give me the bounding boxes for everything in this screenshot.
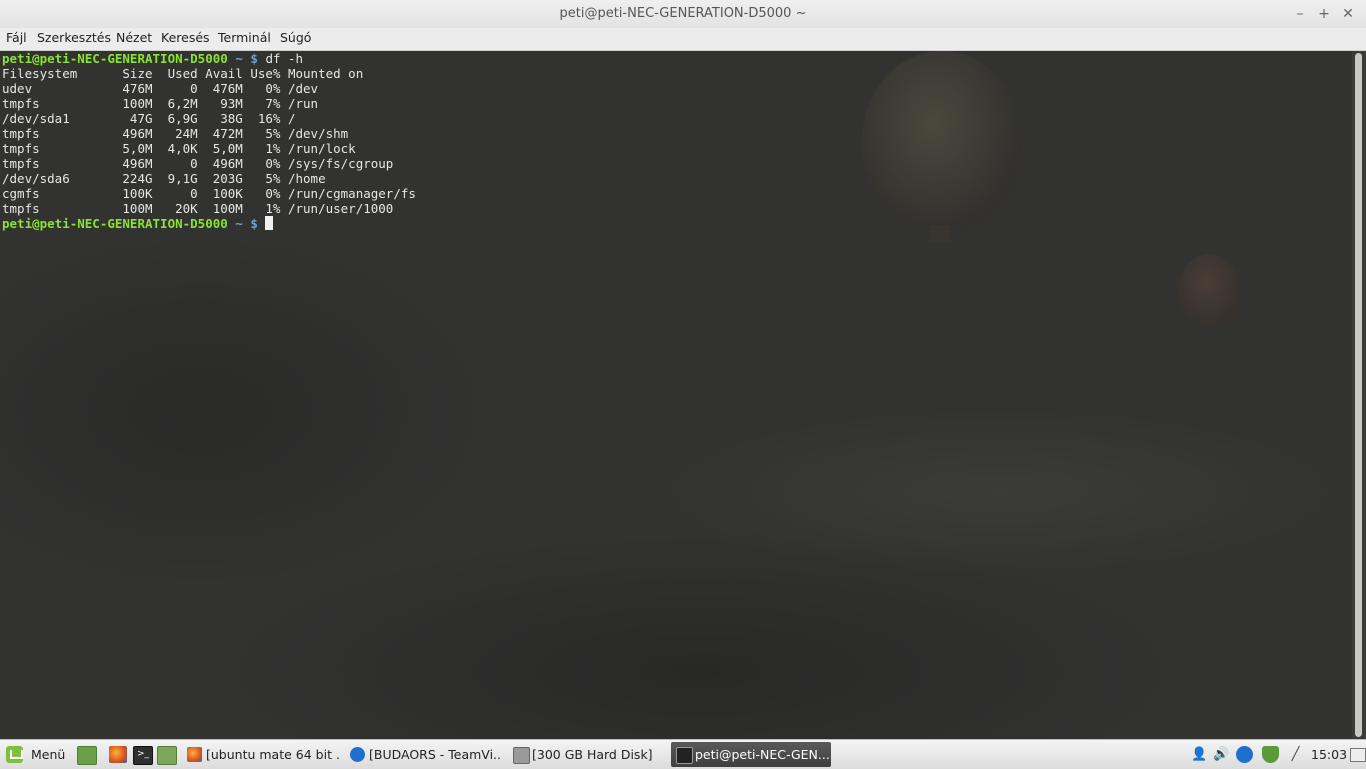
minimize-button[interactable]: – bbox=[1291, 5, 1309, 23]
output-line: /dev/sda1 47G 6,9G 38G 16% / bbox=[2, 111, 296, 126]
show-desktop-button[interactable] bbox=[1350, 748, 1366, 762]
volume-icon[interactable]: 🔊 bbox=[1213, 746, 1230, 763]
prompt-path: ~ bbox=[235, 51, 243, 66]
task-teamviewer[interactable]: [BUDAORS - TeamVi... bbox=[345, 742, 502, 767]
terminal-icon bbox=[676, 747, 693, 764]
user-icon[interactable]: 👤 bbox=[1191, 746, 1208, 763]
start-menu-label: Menü bbox=[31, 747, 66, 762]
teamviewer-icon[interactable] bbox=[1236, 746, 1253, 763]
firefox-icon bbox=[187, 747, 202, 762]
prompt-symbol: $ bbox=[250, 51, 258, 66]
network-icon[interactable]: ╱ bbox=[1287, 746, 1304, 763]
taskbar: Menü >_ [ubuntu mate 64 bit ... [BUDAORS… bbox=[0, 739, 1366, 769]
task-hard-disk[interactable]: [300 GB Hard Disk] bbox=[508, 742, 665, 767]
menu-edit[interactable]: Szerkesztés bbox=[37, 28, 111, 50]
firefox-icon[interactable] bbox=[109, 746, 127, 763]
shield-icon[interactable] bbox=[1262, 746, 1279, 763]
disk-icon bbox=[513, 747, 530, 764]
menubar: Fájl Szerkesztés Nézet Keresés Terminál … bbox=[0, 28, 1366, 51]
output-line: tmpfs 100M 20K 100M 1% /run/user/1000 bbox=[2, 201, 394, 216]
menu-file[interactable]: Fájl bbox=[6, 28, 27, 50]
task-label: [BUDAORS - TeamVi... bbox=[369, 747, 502, 762]
menu-terminal[interactable]: Terminál bbox=[218, 28, 271, 50]
task-terminal[interactable]: peti@peti-NEC-GEN... bbox=[671, 742, 831, 767]
output-line: cgmfs 100K 0 100K 0% /run/cgmanager/fs bbox=[2, 186, 416, 201]
terminal-scrollbar[interactable] bbox=[1352, 51, 1366, 739]
output-line: tmpfs 100M 6,2M 93M 7% /run bbox=[2, 96, 319, 111]
prompt-user: peti@peti-NEC-GENERATION-D5000 bbox=[2, 216, 228, 231]
scrollbar-thumb[interactable] bbox=[1355, 53, 1362, 737]
terminal-icon[interactable]: >_ bbox=[133, 746, 153, 765]
menu-view[interactable]: Nézet bbox=[116, 28, 152, 50]
window-title: peti@peti-NEC-GENERATION-D5000 ~ bbox=[559, 6, 807, 21]
terminal-output: peti@peti-NEC-GENERATION-D5000 ~ $ df -h… bbox=[2, 51, 416, 231]
prompt-symbol: $ bbox=[250, 216, 258, 231]
files-icon[interactable] bbox=[157, 746, 177, 765]
task-label: peti@peti-NEC-GEN... bbox=[695, 747, 830, 762]
prompt-user: peti@peti-NEC-GENERATION-D5000 bbox=[2, 51, 228, 66]
output-line: tmpfs 5,0M 4,0K 5,0M 1% /run/lock bbox=[2, 141, 356, 156]
maximize-button[interactable]: + bbox=[1315, 5, 1333, 23]
menu-help[interactable]: Súgó bbox=[280, 28, 311, 50]
linux-mint-icon bbox=[6, 746, 23, 763]
clock[interactable]: 15:03 bbox=[1311, 740, 1347, 769]
show-desktop-icon[interactable] bbox=[77, 746, 97, 765]
window-titlebar[interactable]: peti@peti-NEC-GENERATION-D5000 ~ – + ✕ bbox=[0, 0, 1366, 29]
menu-search[interactable]: Keresés bbox=[161, 28, 210, 50]
terminal-view[interactable]: peti@peti-NEC-GENERATION-D5000 ~ $ df -h… bbox=[0, 51, 1352, 739]
output-line: udev 476M 0 476M 0% /dev bbox=[2, 81, 319, 96]
teamviewer-icon bbox=[350, 747, 365, 762]
prompt-path: ~ bbox=[235, 216, 243, 231]
output-line: /dev/sda6 224G 9,1G 203G 5% /home bbox=[2, 171, 326, 186]
close-button[interactable]: ✕ bbox=[1339, 5, 1357, 23]
task-label: [300 GB Hard Disk] bbox=[532, 747, 653, 762]
text-cursor bbox=[265, 216, 274, 230]
command-text: df -h bbox=[265, 51, 304, 66]
task-label: [ubuntu mate 64 bit ... bbox=[206, 747, 339, 762]
output-line: tmpfs 496M 0 496M 0% /sys/fs/cgroup bbox=[2, 156, 394, 171]
output-line: Filesystem Size Used Avail Use% Mounted … bbox=[2, 66, 364, 81]
output-line: tmpfs 496M 24M 472M 5% /dev/shm bbox=[2, 126, 349, 141]
task-firefox[interactable]: [ubuntu mate 64 bit ... bbox=[182, 742, 339, 767]
start-menu-button[interactable]: Menü bbox=[4, 740, 66, 769]
